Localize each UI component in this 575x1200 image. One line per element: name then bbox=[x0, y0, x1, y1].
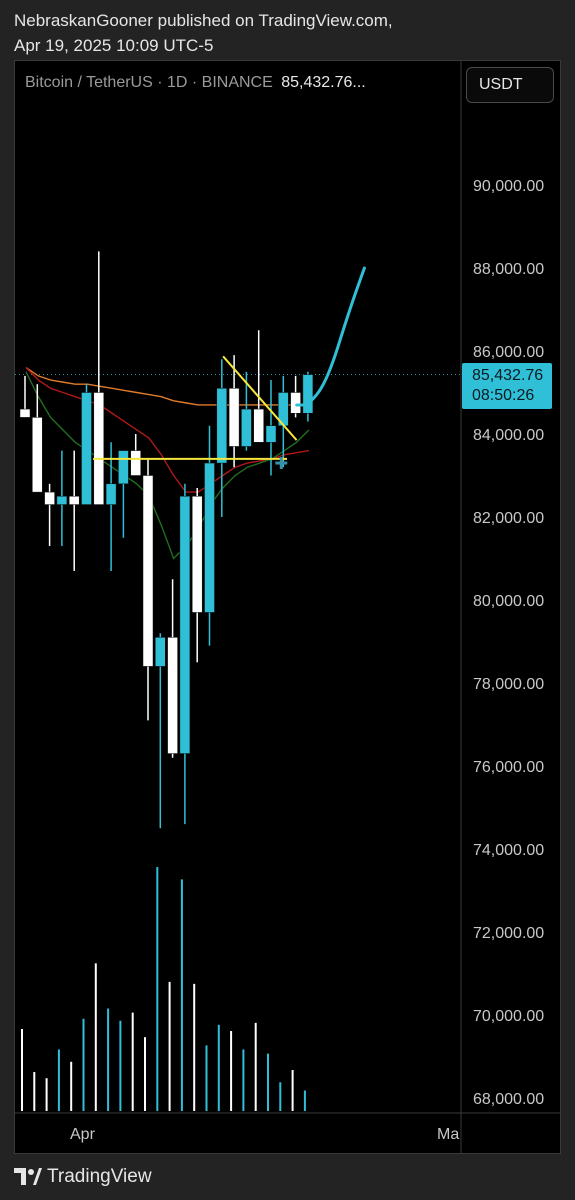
candle-body bbox=[155, 637, 166, 667]
candle-body bbox=[130, 450, 141, 476]
candle-body bbox=[56, 496, 68, 505]
candle-body bbox=[167, 637, 178, 754]
y-tick-label: 88,000.00 bbox=[473, 261, 544, 278]
candle-body bbox=[290, 392, 301, 414]
candle-body bbox=[228, 388, 240, 447]
y-tick-label: 72,000.00 bbox=[473, 925, 544, 942]
currency-button[interactable]: USDT bbox=[466, 67, 554, 103]
candle-body bbox=[265, 425, 277, 443]
x-tick-label: Ma bbox=[437, 1126, 459, 1143]
candle-body bbox=[253, 408, 264, 443]
y-tick-label: 90,000.00 bbox=[473, 178, 544, 195]
y-tick-label: 70,000.00 bbox=[473, 1008, 544, 1025]
candle-body bbox=[44, 491, 55, 505]
symbol-title: Bitcoin / TetherUS · 1D · BINANCE bbox=[25, 74, 273, 91]
candle-body bbox=[19, 408, 31, 418]
candlestick-chart[interactable]: 90,000.00 88,000.00 86,000.00 84,000.00 82,0… bbox=[15, 61, 561, 1154]
candle-body bbox=[81, 392, 92, 505]
candle-body bbox=[118, 450, 129, 485]
y-tick-label: 80,000.00 bbox=[473, 593, 544, 610]
candle-body bbox=[216, 388, 228, 464]
candle-body bbox=[32, 417, 43, 493]
y-tick-label: 74,000.00 bbox=[473, 842, 544, 859]
last-price-badge: 85,432.76 08:50:26 bbox=[462, 363, 552, 409]
y-tick-label: 84,000.00 bbox=[473, 427, 544, 444]
candle-body bbox=[68, 496, 80, 505]
candle-body bbox=[105, 483, 117, 505]
candle-body bbox=[93, 392, 105, 505]
symbol-legend: Bitcoin / TetherUS · 1D · BINANCE 85,432… bbox=[25, 74, 366, 92]
candle-body bbox=[191, 496, 203, 613]
tradingview-logo-icon bbox=[14, 1168, 42, 1185]
brand-name: TradingView bbox=[47, 1166, 152, 1187]
chart-panel[interactable]: 90,000.00 88,000.00 86,000.00 84,000.00 82,0… bbox=[14, 60, 561, 1154]
candle-body bbox=[142, 475, 154, 667]
candle-body bbox=[179, 496, 191, 754]
y-tick-label: 82,000.00 bbox=[473, 510, 544, 527]
candle-body bbox=[241, 408, 252, 447]
y-tick-label: 86,000.00 bbox=[473, 344, 544, 361]
bar-countdown: 08:50:26 bbox=[472, 387, 535, 404]
publish-date: Apr 19, 2025 10:09 UTC-5 bbox=[14, 36, 214, 55]
candle-body bbox=[204, 462, 215, 613]
publication-header: NebraskanGooner published on TradingView… bbox=[14, 8, 393, 58]
last-price-value: 85,432.76 bbox=[472, 367, 544, 384]
moving-average-orange bbox=[25, 367, 309, 406]
x-tick-label: Apr bbox=[70, 1126, 96, 1143]
symbol-last-price: 85,432.76... bbox=[281, 74, 366, 91]
candle-body bbox=[302, 374, 314, 414]
y-tick-label: 68,000.00 bbox=[473, 1091, 544, 1108]
y-tick-label: 78,000.00 bbox=[473, 676, 544, 693]
y-tick-label: 76,000.00 bbox=[473, 759, 544, 776]
publisher-line: NebraskanGooner published on TradingView… bbox=[14, 11, 393, 30]
